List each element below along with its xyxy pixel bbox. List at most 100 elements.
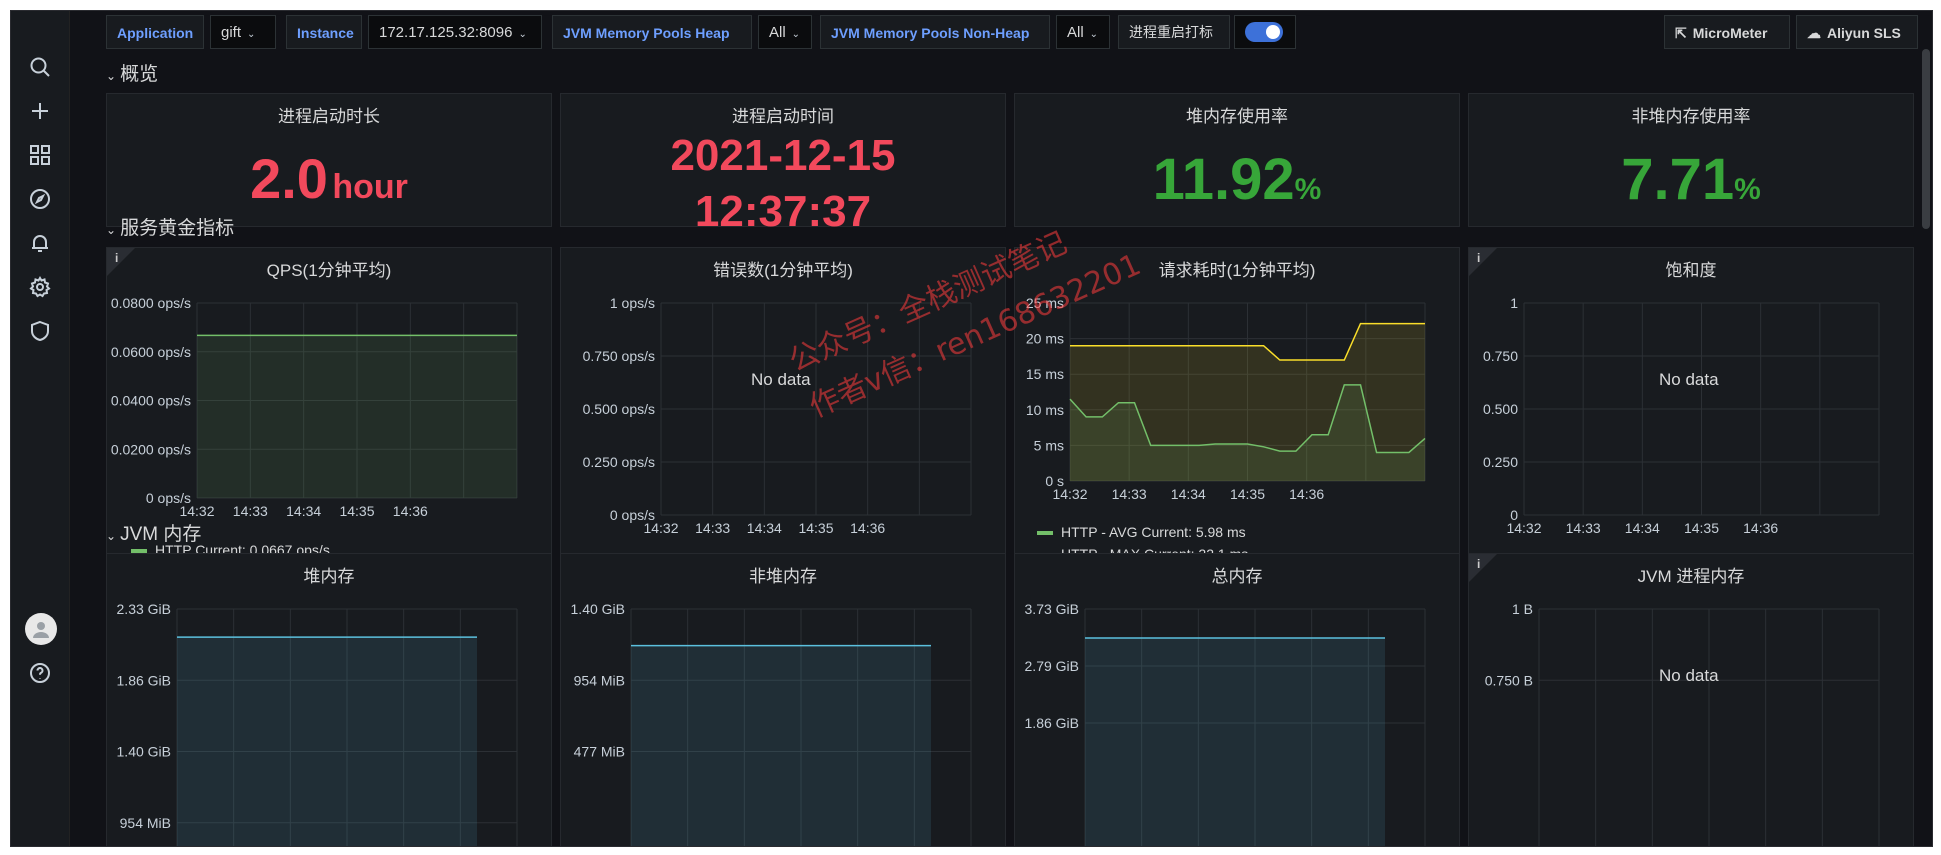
stat-value: 11.92% — [1015, 146, 1459, 213]
y-tick-label: 0.750 B — [1485, 672, 1533, 688]
legend-swatch — [1037, 531, 1053, 536]
errors-chart[interactable]: 1 ops/s 0.750 ops/s 0.500 ops/s 0.250 ops/s… — [561, 288, 1007, 558]
y-tick-label: 0.500 — [1483, 401, 1518, 417]
application-label: Application — [106, 15, 204, 49]
legend-avg[interactable]: HTTP - AVG Current: 5.98 ms — [1037, 524, 1246, 540]
avatar[interactable] — [25, 613, 57, 645]
explore-icon[interactable] — [26, 185, 54, 213]
y-tick-label: 1.40 GiB — [571, 601, 625, 617]
panel-latency[interactable]: 请求耗时(1分钟平均) 25 ms 20 ms 15 ms 10 ms 5 ms 0 s1… — [1014, 247, 1460, 575]
chevron-down-icon: ⌄ — [791, 29, 801, 40]
process-chart[interactable]: 1 B 0.750 B — [1469, 594, 1915, 847]
instance-select[interactable]: 172.17.125.32:8096 ⌄ — [368, 15, 542, 49]
panel-total[interactable]: 总内存 3.73 GiB 2.79 GiB 1.86 GiB — [1014, 553, 1461, 847]
no-data-label: No data — [1659, 370, 1719, 389]
stat-unit: % — [1734, 173, 1761, 206]
x-tick-label: 14:33 — [233, 503, 268, 519]
panel-saturation[interactable]: i 饱和度 1 0.750 0.500 0.250 0 14:32 14:33 14:34 14… — [1468, 247, 1914, 575]
panel-title: 堆内存 — [303, 567, 355, 586]
x-tick-label: 14:35 — [1684, 520, 1719, 536]
stat-panel-heap-usage[interactable]: 堆内存使用率 11.92% — [1014, 93, 1460, 227]
panel-errors[interactable]: 错误数(1分钟平均) 1 ops/s 0.750 ops/s 0.500 ops/s… — [560, 247, 1006, 575]
plus-icon[interactable] — [26, 97, 54, 125]
y-tick-label: 3.73 GiB — [1025, 601, 1079, 617]
row-jvm-memory[interactable]: ⌄ JVM 内存 — [106, 519, 201, 546]
panel-title: 进程启动时间 — [732, 107, 834, 126]
latency-chart[interactable]: 25 ms20 ms15 ms10 ms5 ms0 s14:32 14:33 14:… — [1015, 288, 1461, 518]
legend-text: HTTP - AVG Current: 5.98 ms — [1061, 524, 1246, 540]
y-tick-label: 20 ms — [1026, 331, 1064, 347]
y-tick-label: 1.86 GiB — [117, 672, 171, 688]
x-tick-label: 14:36 — [393, 503, 428, 519]
cloud-icon: ☁ — [1807, 25, 1821, 41]
panel-nonheap[interactable]: 非堆内存 1.40 GiB 954 MiB 477 MiB — [560, 553, 1007, 847]
total-chart[interactable]: 3.73 GiB 2.79 GiB 1.86 GiB — [1015, 594, 1461, 847]
panel-title: 进程启动时长 — [278, 107, 380, 126]
heap-pools-select[interactable]: All ⌄ — [758, 15, 812, 49]
alert-bell-icon[interactable] — [26, 229, 54, 257]
panel-heap[interactable]: 堆内存 2.33 GiB 1.86 GiB 1.40 GiB 954 MiB — [106, 553, 553, 847]
series-area-nonheap — [631, 645, 931, 846]
stat-panel-uptime[interactable]: 进程启动时长 2.0 hour — [106, 93, 552, 227]
panel-title: 非堆内存使用率 — [1631, 107, 1751, 126]
y-tick-label: 15 ms — [1026, 366, 1064, 382]
chevron-down-icon: ⌄ — [1089, 29, 1099, 40]
nonheap-chart[interactable]: 1.40 GiB 954 MiB 477 MiB — [561, 594, 1007, 847]
y-tick-label: 1.40 GiB — [117, 744, 171, 760]
gear-icon[interactable] — [26, 273, 54, 301]
stat-number: 2.0 — [250, 147, 328, 210]
stat-unit: hour — [332, 168, 408, 206]
variables-bar: Application gift ⌄ Instance 172.17.125.32… — [106, 13, 1932, 49]
heap-chart[interactable]: 2.33 GiB 1.86 GiB 1.40 GiB 954 MiB — [107, 594, 553, 847]
y-tick-label: 2.79 GiB — [1025, 658, 1079, 674]
no-data-label: No data — [1659, 666, 1719, 685]
y-tick-label: 954 MiB — [574, 672, 625, 688]
x-tick-label: 14:35 — [1230, 486, 1265, 502]
x-tick-label: 14:32 — [1506, 520, 1541, 536]
nonheap-pools-label: JVM Memory Pools Non-Heap — [820, 15, 1050, 49]
aliyun-sls-link[interactable]: ☁ Aliyun SLS — [1796, 15, 1918, 49]
application-select[interactable]: gift ⌄ — [210, 15, 276, 49]
micrometer-link[interactable]: ⇱ MicroMeter — [1664, 15, 1790, 49]
y-tick-label: 10 ms — [1026, 402, 1064, 418]
restart-mark-toggle-box[interactable] — [1234, 15, 1296, 49]
y-tick-label: 0.0200 ops/s — [111, 441, 191, 457]
stat-date: 2021-12-15 — [670, 131, 896, 180]
row-overview[interactable]: ⌄ 概览 — [106, 59, 158, 86]
stat-value: 2.0 hour — [107, 146, 551, 211]
instance-label: Instance — [286, 15, 362, 49]
nonheap-pools-select[interactable]: All ⌄ — [1056, 15, 1110, 49]
help-icon[interactable] — [26, 659, 54, 687]
dashboards-icon[interactable] — [26, 141, 54, 169]
chevron-down-icon: ⌄ — [106, 223, 117, 237]
chevron-down-icon: ⌄ — [518, 29, 527, 40]
y-tick-label: 1 — [1510, 295, 1518, 311]
page-scrollbar[interactable] — [1922, 49, 1930, 229]
x-tick-label: 14:32 — [1052, 486, 1087, 502]
stat-value: 2021-12-15 12:37:37 — [561, 128, 1005, 240]
panel-title: 堆内存使用率 — [1186, 107, 1288, 126]
panel-process-memory[interactable]: i JVM 进程内存 1 B 0.750 B No data — [1468, 553, 1915, 847]
restart-mark-toggle[interactable] — [1245, 22, 1283, 42]
stat-panel-start-time[interactable]: 进程启动时间 2021-12-15 12:37:37 — [560, 93, 1006, 236]
y-tick-label: 1 ops/s — [610, 295, 655, 311]
y-tick-label: 0.0600 ops/s — [111, 344, 191, 360]
stat-number: 11.92 — [1152, 147, 1295, 212]
saturation-chart[interactable]: 10.7500.5000.250014:32 14:33 14:34 14:35 14:… — [1469, 288, 1915, 558]
x-tick-label: 14:36 — [1289, 486, 1324, 502]
y-tick-label: 5 ms — [1034, 437, 1064, 453]
y-tick-label: 1 B — [1512, 601, 1533, 617]
stat-panel-nonheap-usage[interactable]: 非堆内存使用率 7.71% — [1468, 93, 1914, 227]
y-tick-label: 0.500 ops/s — [583, 401, 655, 417]
panel-title: 错误数(1分钟平均) — [713, 261, 853, 280]
x-tick-label: 14:32 — [179, 503, 214, 519]
y-tick-label: 0.750 — [1483, 348, 1518, 364]
shield-icon[interactable] — [26, 317, 54, 345]
panel-title: 总内存 — [1211, 567, 1263, 586]
search-icon[interactable] — [26, 53, 54, 81]
external-link-icon: ⇱ — [1675, 25, 1687, 41]
stat-unit: % — [1294, 173, 1322, 206]
row-golden-metrics[interactable]: ⌄ 服务黄金指标 — [106, 213, 234, 240]
qps-chart[interactable]: 0.0800 ops/s 0.0600 ops/s 0.0400 ops/s 0.02… — [107, 288, 553, 548]
x-tick-label: 14:35 — [798, 520, 833, 536]
